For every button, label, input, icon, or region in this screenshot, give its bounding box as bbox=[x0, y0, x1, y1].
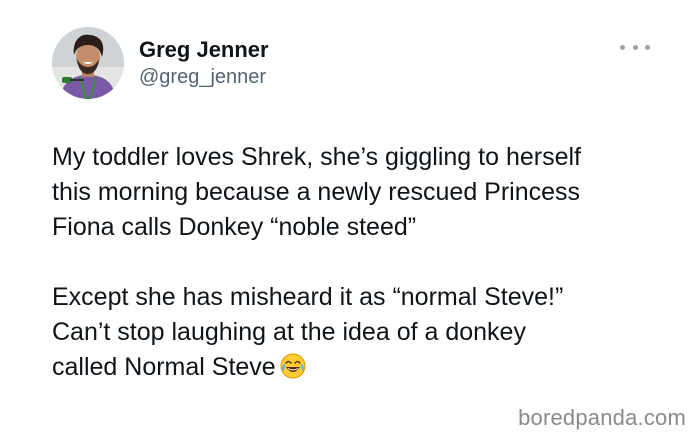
more-options-icon[interactable] bbox=[620, 42, 650, 52]
tweet-author: Greg Jenner @greg_jenner bbox=[139, 38, 269, 89]
more-dot bbox=[620, 44, 625, 50]
watermark: boredpanda.com bbox=[518, 405, 686, 430]
tweet-text: My toddler loves Shrek, she’s giggling t… bbox=[52, 140, 682, 385]
display-name[interactable]: Greg Jenner bbox=[139, 38, 269, 62]
laughing-emoji-icon bbox=[280, 353, 306, 379]
tweet-card: Greg Jenner @greg_jenner My toddler love… bbox=[0, 0, 700, 439]
more-dot bbox=[632, 44, 638, 50]
tweet-paragraph: My toddler loves Shrek, she’s giggling t… bbox=[52, 143, 581, 241]
profile-photo-icon bbox=[52, 27, 124, 99]
avatar[interactable] bbox=[52, 27, 124, 99]
tweet-paragraph-text: Except she has misheard it as “normal St… bbox=[52, 283, 564, 381]
tweet-paragraph: Except she has misheard it as “normal St… bbox=[52, 280, 682, 385]
user-handle[interactable]: @greg_jenner bbox=[139, 65, 269, 89]
more-dot bbox=[645, 44, 650, 50]
